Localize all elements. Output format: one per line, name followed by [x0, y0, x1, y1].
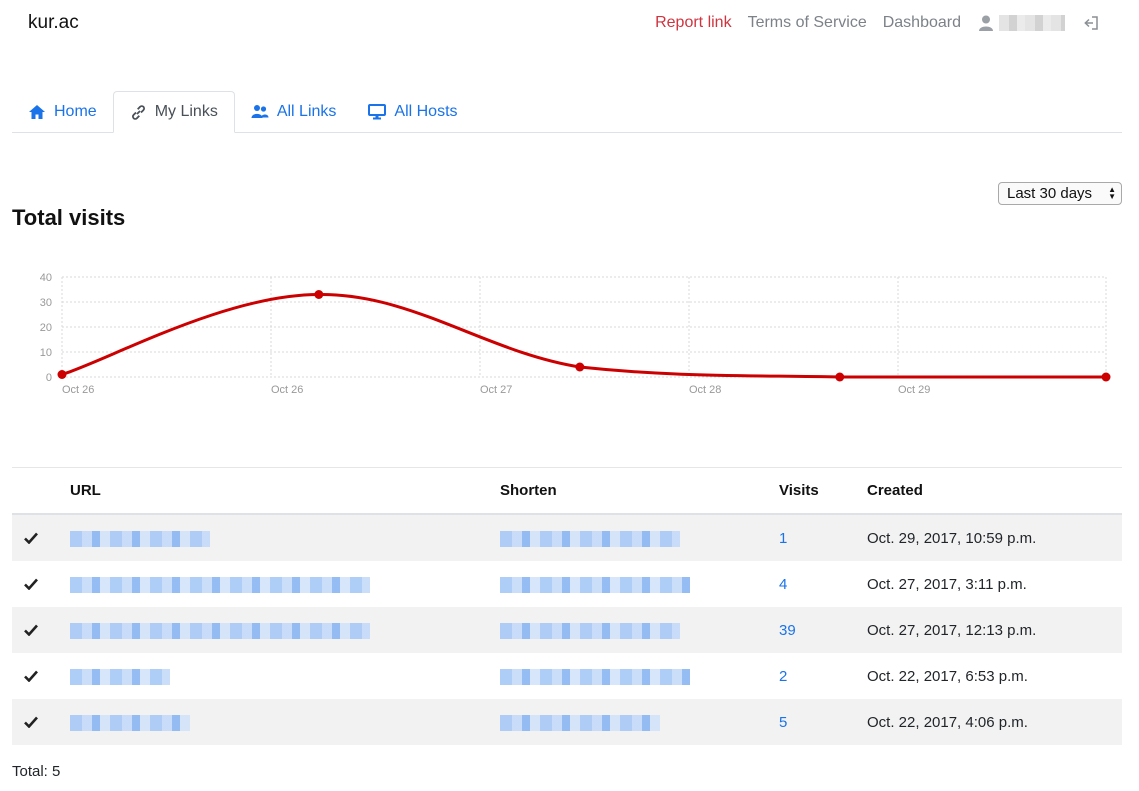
tab-all-hosts[interactable]: All Hosts	[352, 91, 473, 133]
short-link-redacted[interactable]	[500, 622, 680, 639]
check-icon	[24, 716, 38, 728]
y-axis-ticks: 0 10 20 30 40	[40, 272, 52, 384]
chart-title: Total visits	[12, 205, 126, 230]
visits-chart: 0 10 20 30 40 Oct 26 Oct 26 Oct 27 Oct 28 Oct 29	[40, 272, 1111, 396]
table-row: 1 Oct. 29, 2017, 10:59 p.m.	[12, 515, 1122, 561]
table-header: URL Shorten Visits Created	[12, 468, 1122, 515]
visits-count[interactable]: 2	[779, 668, 787, 685]
check-icon	[24, 532, 38, 544]
x-tick-label: Oct 28	[689, 384, 721, 396]
url-link-redacted[interactable]	[70, 714, 190, 731]
data-point[interactable]	[314, 290, 324, 299]
table-row: 5 Oct. 22, 2017, 4:06 p.m.	[12, 699, 1122, 745]
data-point[interactable]	[835, 372, 845, 382]
user-name-redacted	[999, 15, 1065, 31]
check-icon	[24, 670, 38, 682]
short-link-redacted[interactable]	[500, 668, 690, 685]
created-date: Oct. 22, 2017, 4:06 p.m.	[867, 713, 1028, 731]
x-tick-label: Oct 27	[480, 384, 512, 396]
dashboard-link[interactable]: Dashboard	[883, 14, 961, 32]
y-tick-label: 40	[40, 272, 52, 284]
data-point[interactable]	[1101, 372, 1111, 382]
short-link-redacted[interactable]	[500, 576, 690, 593]
user-menu[interactable]	[979, 15, 1065, 31]
x-tick-label: Oct 26	[62, 384, 94, 396]
tab-home[interactable]: Home	[12, 91, 113, 133]
table-row: 2 Oct. 22, 2017, 6:53 p.m.	[12, 653, 1122, 699]
short-link-redacted[interactable]	[500, 530, 680, 547]
date-range-select[interactable]: Last 30 days ▲ ▼	[998, 182, 1122, 205]
short-link-redacted[interactable]	[500, 714, 660, 731]
created-date: Oct. 27, 2017, 12:13 p.m.	[867, 621, 1037, 639]
header-shorten: Shorten	[500, 482, 557, 499]
logout-icon[interactable]	[1083, 15, 1099, 31]
tab-my-links[interactable]: My Links	[112, 91, 235, 133]
created-date: Oct. 27, 2017, 3:11 p.m.	[867, 575, 1027, 593]
users-icon	[251, 105, 269, 118]
check-icon	[24, 578, 38, 590]
y-tick-label: 10	[40, 347, 52, 359]
url-link-redacted[interactable]	[70, 576, 370, 593]
created-date: Oct. 22, 2017, 6:53 p.m.	[867, 667, 1028, 685]
table-row: 39 Oct. 27, 2017, 12:13 p.m.	[12, 607, 1122, 653]
url-link-redacted[interactable]	[70, 668, 170, 685]
data-point[interactable]	[575, 362, 585, 372]
y-tick-label: 0	[46, 372, 52, 384]
link-icon	[131, 104, 145, 120]
url-link-redacted[interactable]	[70, 622, 370, 639]
x-tick-label: Oct 29	[898, 384, 930, 396]
tab-all-hosts-label: All Hosts	[394, 103, 458, 120]
chart-grid	[61, 276, 1107, 378]
tab-all-links[interactable]: All Links	[235, 91, 353, 133]
y-tick-label: 20	[40, 322, 52, 334]
url-link-redacted[interactable]	[70, 530, 210, 547]
check-icon	[24, 624, 38, 636]
visits-series-points	[57, 290, 1111, 382]
date-range-value: Last 30 days	[1007, 185, 1093, 202]
top-navigation: Report link Terms of Service Dashboard	[655, 14, 1099, 32]
tab-all-links-label: All Links	[276, 103, 337, 120]
header-url: URL	[70, 482, 101, 499]
select-arrows-icon: ▲ ▼	[1108, 185, 1116, 201]
visits-count[interactable]: 1	[779, 530, 787, 547]
terms-link[interactable]: Terms of Service	[748, 14, 867, 32]
tab-bar: Home My Links All Links All Hosts	[12, 91, 1122, 133]
brand-logo[interactable]: kur.ac	[28, 12, 79, 34]
x-tick-label: Oct 26	[271, 384, 303, 396]
report-link[interactable]: Report link	[655, 14, 731, 32]
links-table: URL Shorten Visits Created 1 Oct. 29, 20…	[12, 467, 1122, 745]
x-axis-ticks: Oct 26 Oct 26 Oct 27 Oct 28 Oct 29	[62, 384, 930, 396]
visits-count[interactable]: 5	[779, 714, 787, 731]
table-row: 4 Oct. 27, 2017, 3:11 p.m.	[12, 561, 1122, 607]
visits-series-line	[61, 292, 1106, 379]
visits-count[interactable]: 39	[779, 622, 796, 639]
y-tick-label: 30	[40, 297, 52, 309]
data-point[interactable]	[57, 370, 67, 379]
created-date: Oct. 29, 2017, 10:59 p.m.	[867, 529, 1037, 547]
tab-home-label: Home	[54, 103, 97, 120]
header-created: Created	[867, 482, 923, 499]
home-icon	[29, 105, 45, 119]
visits-count[interactable]: 4	[779, 576, 787, 593]
total-count: Total: 5	[12, 763, 61, 780]
header-visits: Visits	[779, 482, 819, 499]
user-icon	[979, 15, 993, 31]
tab-my-links-label: My Links	[154, 103, 218, 120]
monitor-icon	[368, 104, 387, 120]
